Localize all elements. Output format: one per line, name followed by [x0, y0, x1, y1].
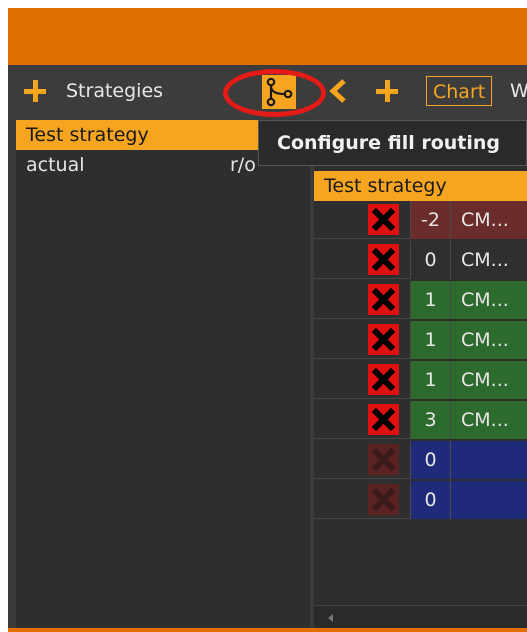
quantity-cell: -2	[410, 201, 450, 239]
instrument-cell: CM...	[450, 401, 527, 439]
remove-row-icon[interactable]	[368, 444, 399, 475]
remove-row-icon[interactable]	[368, 324, 399, 355]
quantity-cell: 0	[410, 441, 450, 479]
grid-row[interactable]: 1 CM...	[314, 321, 527, 359]
instrument-cell: CM...	[450, 361, 527, 399]
quantity-cell: 0	[410, 241, 450, 279]
instrument-cell	[450, 441, 527, 479]
fill-routing-tooltip: Configure fill routing	[258, 120, 527, 166]
add-plus-icon[interactable]	[376, 80, 398, 102]
instrument-cell: CM...	[450, 281, 527, 319]
strategy-name: Test strategy	[26, 124, 149, 146]
remove-row-icon[interactable]	[368, 484, 399, 515]
read-only-tag: r/o	[230, 154, 256, 176]
instrument-cell: CM...	[450, 321, 527, 359]
grid-row[interactable]: 1 CM...	[314, 281, 527, 319]
strategy-list: Test strategy actual r/o	[16, 120, 310, 630]
chevron-left-icon[interactable]	[326, 78, 350, 104]
window-titlebar	[8, 8, 527, 65]
positions-grid: Test strategy -2 CM... 0 CM... 1 CM... 1 CM... 1…	[314, 165, 527, 630]
quantity-cell: 1	[410, 281, 450, 319]
strategies-label: Strategies	[66, 80, 164, 102]
add-strategy-plus-icon[interactable]	[24, 80, 46, 102]
remove-row-icon[interactable]	[368, 244, 399, 275]
remove-row-icon[interactable]	[368, 364, 399, 395]
grid-row[interactable]: 0 CM...	[314, 241, 527, 279]
grid-row[interactable]: 0	[314, 481, 527, 519]
quantity-cell: 1	[410, 361, 450, 399]
highlight-circle	[223, 69, 326, 117]
quantity-cell: 1	[410, 321, 450, 359]
remove-row-icon[interactable]	[368, 204, 399, 235]
chart-button[interactable]: Chart	[426, 76, 493, 106]
window-bottom-edge	[8, 628, 527, 632]
horizontal-scrollbar[interactable]	[314, 605, 527, 630]
instrument-cell	[450, 481, 527, 519]
instrument-cell: CM...	[450, 241, 527, 279]
toolbar-cut-label: W	[510, 80, 527, 102]
scroll-left-arrow-icon[interactable]	[328, 614, 333, 622]
instrument-cell: CM...	[450, 201, 527, 239]
grid-row[interactable]: 0	[314, 441, 527, 479]
remove-row-icon[interactable]	[368, 284, 399, 315]
remove-row-icon[interactable]	[368, 404, 399, 435]
grid-row[interactable]: -2 CM...	[314, 201, 527, 239]
grid-header[interactable]: Test strategy	[314, 171, 527, 201]
grid-row[interactable]: 3 CM...	[314, 401, 527, 439]
strategy-name: actual	[26, 154, 85, 176]
screenshot-stage: Strategies Chart W Test strategy actual …	[0, 0, 527, 632]
quantity-cell: 3	[410, 401, 450, 439]
quantity-cell: 0	[410, 481, 450, 519]
grid-row[interactable]: 1 CM...	[314, 361, 527, 399]
